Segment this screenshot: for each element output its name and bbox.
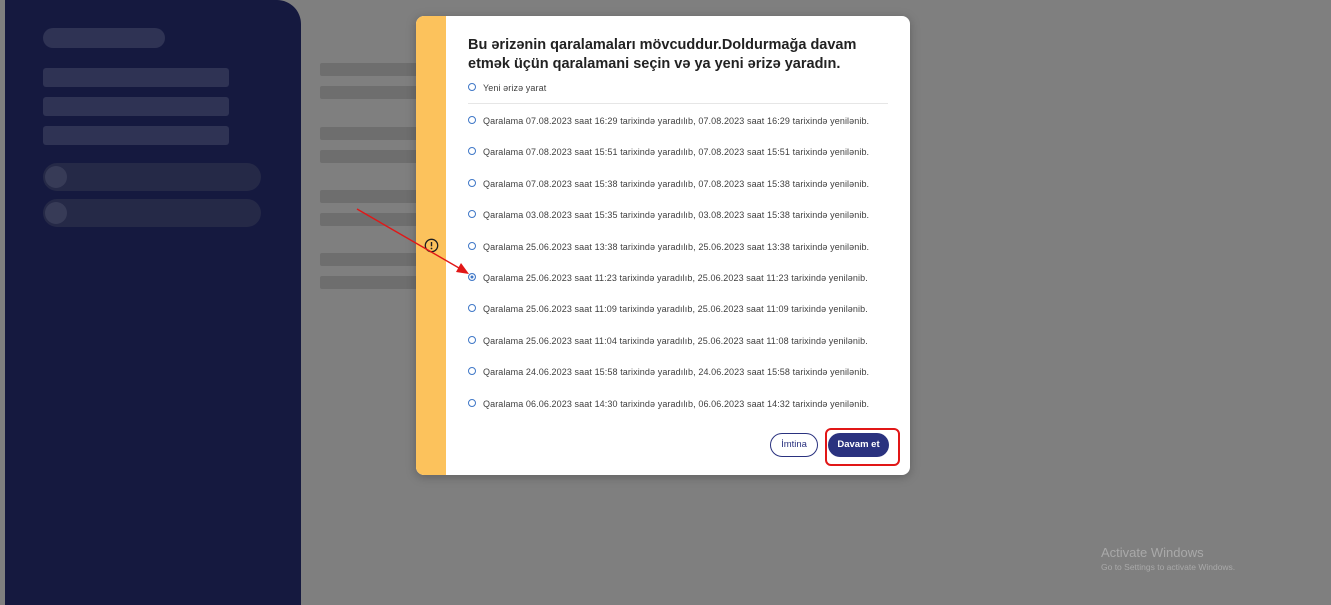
watermark-title: Activate Windows [1101, 545, 1204, 560]
watermark-subtitle: Go to Settings to activate Windows. [1101, 562, 1236, 572]
annotation-arrow-icon [356, 208, 469, 274]
windows-activation-watermark: Activate Windows Go to Settings to activ… [1101, 545, 1235, 572]
